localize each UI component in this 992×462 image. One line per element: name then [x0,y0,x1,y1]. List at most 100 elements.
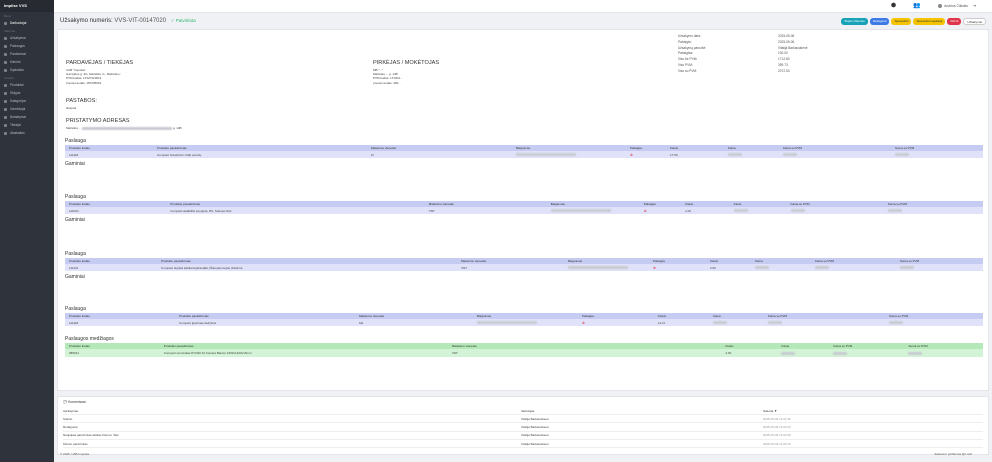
notes-heading: PASTABOS: [66,98,97,104]
notes-text: Išsiųsta [66,106,77,110]
products-subheading: Gaminiai [65,274,85,280]
orders-button[interactable]: Užsakymai [963,18,986,25]
redacted-value [783,153,797,156]
sidebar-item[interactable]: Tiekėjai [0,121,54,129]
delete-button[interactable]: Ištrinti [947,18,962,25]
table-row[interactable]: 111118 Compact Suvarinimi CHE vamzių M ⊗ 17.… [65,151,983,158]
cell-price [724,151,779,158]
comments-header-row: Aprašymas Vartotojas Sukurta ▼ [63,407,983,415]
redacted-value [733,209,748,212]
page-title: Užsakymo numeris: VVS-VIT-00147020 ✓ Pat… [60,18,196,24]
print-button[interactable]: Spausdinti [891,18,912,25]
box-icon [4,83,7,87]
sidebar-item-label: Gamintojai [10,107,26,111]
table-row[interactable]: 111121 Compact skydas kabliamo(kraudiko (… [65,264,983,271]
truck-icon [4,123,7,127]
sidebar-item[interactable]: Nustatymai [0,113,54,121]
sidebar-item[interactable]: Ataskaitos [0,129,54,137]
comment-user: Vitalija Barkauskienė [521,441,549,446]
comment-row: Kliento patvirtintas Vitalija Barkauskien… [63,440,983,449]
sidebar-item[interactable]: Sąskaitos [0,66,54,74]
sidebar: Impilse VVS Meniu Darbuotojai Valdymas Užsa… [0,0,54,462]
cell-name: Compact terminalas PONDI 24 Carrara Blan… [159,349,448,357]
buyer-line: Įmonės kodas: 300... [373,80,401,85]
order-section: Paslaugos medžiagos Produkto kodas Produkt… [65,336,983,357]
cell-progress [564,264,649,271]
products-table: Produkto kodas Produkto pavadinimas Matavi… [65,258,983,271]
products-subheading: Gaminiai [65,161,85,167]
cell-unit: VNT [447,349,722,357]
table-row[interactable]: 111118 Compact įpavimas dažytinis M2 ⊗ 11.11 [65,319,983,326]
sidebar-item[interactable]: Kategorijos [0,97,54,105]
buyer-heading: PIRKĖJAS / MOKĖTOJAS [373,60,440,66]
section-title: Paslauga [65,194,86,200]
print-invoice-button[interactable]: Spausdinti sąskaitą [913,18,946,25]
topbar: ⬢ 👥 Andrius Čikiskis ⇥ [54,0,992,13]
redacted-value [895,153,909,156]
comments-column-header[interactable]: Vartotojas [521,409,763,413]
redacted-value [516,153,576,156]
order-header: Užsakymo numeris: VVS-VIT-00147020 ✓ Pat… [57,15,989,29]
send-to-clients-button[interactable]: Siųsti į Klientus [841,18,868,25]
sidebar-item-label: Sklypai [10,91,21,95]
sidebar-item-label: Kategorijos [10,99,26,103]
redacted-value [815,266,829,269]
delivery-block: PRISTATYMO ADRESAS Mažeikių ... g. 14B [66,118,182,130]
delivery-address-end: g. 14B [172,126,182,130]
cell-price [709,319,764,326]
comments-column-header[interactable]: Aprašymas [63,409,521,413]
sidebar-item[interactable]: Produktai [0,81,54,89]
products-subheading: Gaminiai [65,217,85,223]
sidebar-item[interactable]: Pardavimai [0,50,54,58]
redacted-value [781,351,796,355]
redacted-value [755,266,769,269]
section-title: Paslauga [65,306,86,312]
cell-done: ⊗ [626,151,666,158]
comment-date: 2025-05-06 11:02:58 [763,433,791,438]
sidebar-item[interactable]: Paslaugos [0,42,54,50]
cell-qty: 11.11 [654,319,709,326]
users-icon[interactable]: 👥 [913,3,920,10]
table-row[interactable]: 111004 Compact skalbiklis įrenginai, RS, … [65,207,983,214]
delivery-heading: PRISTATYMO ADRESAS [66,118,130,124]
sidebar-section-title: Sandėlis [4,77,14,80]
edit-button[interactable]: Redaguoti [869,18,890,25]
users-icon [4,60,7,64]
cube-icon[interactable]: ⬢ [890,3,897,10]
delivery-address: Mažeikių ... g. 14B [66,126,182,130]
comment-text: Sukrito [63,416,73,421]
file-icon [4,68,7,72]
cell-code: 111121 [65,264,157,271]
footer-credit: Sukurta ir prižiūrima QC soft [934,452,972,456]
sidebar-item-label: Paslaugos [10,44,25,48]
sidebar-item[interactable]: Klientai [0,58,54,66]
seller-block: PARDAVĖJAS / TIEKĖJAS UAB "Impulsa" Gamy… [66,60,133,85]
cell-name: Compact Suvarinimi CHE vamzių [153,151,367,158]
cell-progress [473,319,578,326]
sidebar-item[interactable]: Sklypai [0,89,54,97]
sidebar-item[interactable]: Gamintojai [0,105,54,113]
cell-code: 111118 [65,151,153,158]
brand-logo[interactable]: Impilse VVS [0,0,54,12]
cell-done: ⊗ [578,319,654,326]
not-done-icon: ⊗ [630,152,633,157]
wrench-icon [4,44,7,48]
user-menu[interactable]: Andrius Čikiskis [938,4,968,8]
logout-icon[interactable]: ⇥ [973,3,976,8]
footer-copyright: © 2025, UAB Impulsa [60,452,89,456]
cell-qty: 2.00 [706,264,751,271]
sidebar-item-label: Sąskaitos [10,68,24,72]
sidebar-item-label: Ataskaitos [10,131,25,135]
chart-icon [4,131,7,135]
user-name: Andrius Čikiskis [944,4,968,8]
cell-price [751,264,811,271]
cell-code: 111004 [65,207,167,214]
sidebar-item[interactable]: Užsakymai [0,34,54,42]
sidebar-item-label: Pardavimai [10,52,26,56]
comments-column-header[interactable]: Sukurta ▼ [763,409,963,413]
not-done-icon: ⊗ [653,265,656,270]
factory-icon [4,107,7,111]
seller-heading: PARDAVĖJAS / TIEKĖJAS [66,60,134,66]
sidebar-item[interactable]: Darbuotojai [0,19,54,27]
table-row[interactable]: 085021 Compact terminalas PONDI 24 Carrar… [65,349,983,357]
